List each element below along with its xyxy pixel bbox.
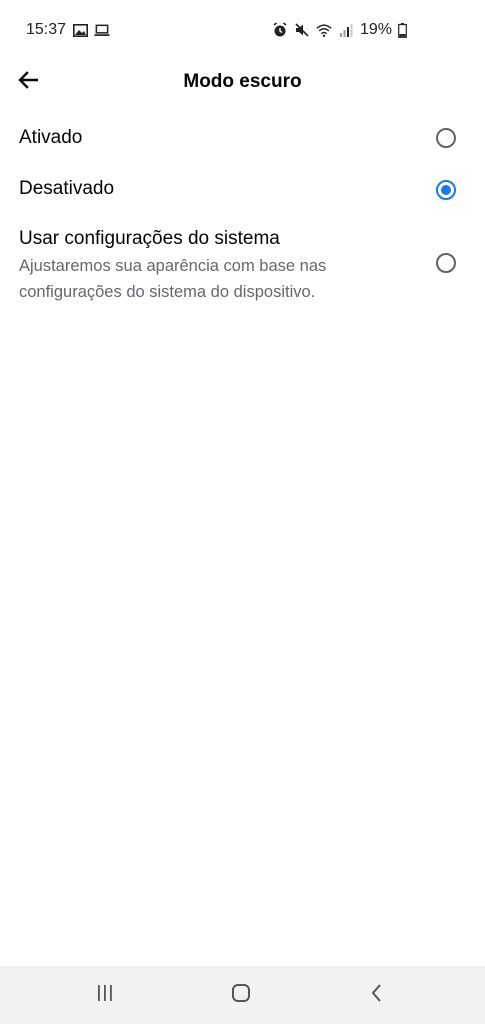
battery-icon — [398, 22, 407, 38]
option-label: Ativado — [19, 127, 83, 148]
signal-icon — [338, 22, 354, 38]
option-label: Desativado — [19, 178, 115, 199]
recent-apps-button[interactable] — [90, 983, 120, 1007]
home-icon — [231, 983, 251, 1008]
radio-system-settings[interactable] — [436, 253, 456, 273]
back-icon — [370, 983, 384, 1008]
status-bar: 15:37 19% — [0, 0, 485, 62]
status-right: 19% — [272, 21, 407, 39]
wifi-icon — [316, 22, 332, 38]
option-system-settings[interactable]: Usar configurações do sistema Ajustaremo… — [0, 220, 485, 310]
option-label: Usar configurações do sistema — [19, 228, 280, 249]
gallery-icon — [72, 22, 88, 38]
recent-apps-icon — [95, 984, 115, 1007]
page-title: Modo escuro — [183, 71, 302, 92]
option-desativado[interactable]: Desativado — [0, 169, 485, 213]
status-left: 15:37 — [26, 21, 110, 39]
alarm-icon — [272, 22, 288, 38]
header: Modo escuro — [0, 62, 485, 102]
laptop-icon — [94, 22, 110, 38]
navigation-bar — [0, 966, 485, 1024]
battery-percentage: 19% — [359, 21, 392, 38]
mute-icon — [294, 22, 310, 38]
option-description: Ajustaremos sua aparência com base nas c… — [19, 257, 327, 301]
radio-desativado[interactable] — [436, 180, 456, 200]
home-button[interactable] — [226, 983, 256, 1007]
radio-ativado[interactable] — [436, 128, 456, 148]
option-ativado[interactable]: Ativado — [0, 118, 485, 162]
nav-back-button[interactable] — [362, 983, 392, 1007]
status-time: 15:37 — [26, 21, 67, 38]
